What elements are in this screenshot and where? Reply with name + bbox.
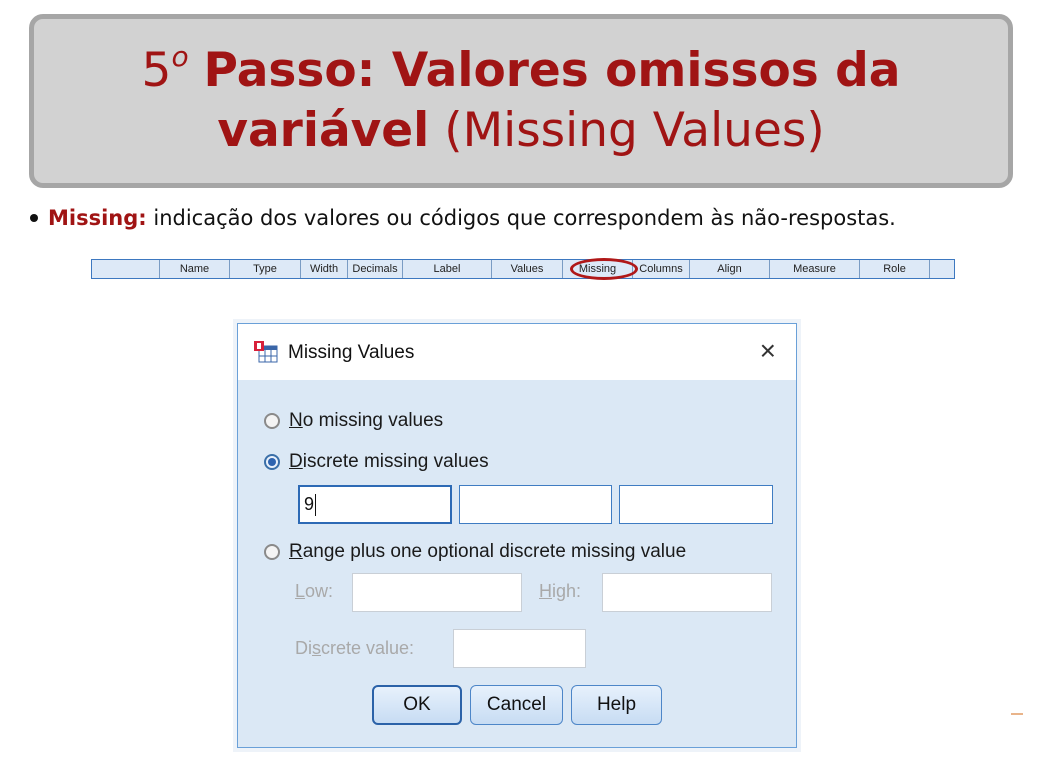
discrete-value-label: Discrete value: (295, 638, 414, 659)
slide-title-box: 5o Passo: Valores omissos da variável (M… (29, 14, 1013, 188)
dialog-titlebar: Missing Values × (238, 324, 796, 380)
discrete-value-2-input[interactable] (459, 485, 612, 524)
bullet-text: indicação dos valores ou códigos que cor… (153, 206, 896, 230)
radio-discrete-label: iscrete missing values (302, 451, 489, 472)
header-cell-columns[interactable]: Columns (633, 260, 690, 278)
radio-range-label: ange plus one optional discrete missing … (302, 541, 687, 562)
range-discrete-value-input[interactable] (453, 629, 586, 668)
header-cell-align[interactable]: Align (690, 260, 770, 278)
header-cell-width[interactable]: Width (301, 260, 348, 278)
discrete-value-label-rest: crete value: (321, 638, 415, 658)
low-label-text: ow: (305, 581, 334, 601)
spss-table-icon (254, 341, 278, 363)
high-hotkey: H (539, 581, 552, 601)
header-cell-measure[interactable]: Measure (770, 260, 860, 278)
radio-no-missing-indicator[interactable] (264, 413, 280, 429)
header-cell-blank (92, 260, 160, 278)
header-cell-values[interactable]: Values (492, 260, 563, 278)
bullet-term: Missing: (48, 206, 147, 230)
title-bold-2: variável (217, 103, 430, 158)
discrete-value-3-input[interactable] (619, 485, 773, 524)
radio-no-missing-label: o missing values (302, 410, 444, 431)
help-button[interactable]: Help (571, 685, 662, 725)
slide-title-line-2: variável (Missing Values) (217, 101, 824, 161)
discrete-value-label-pre: Di (295, 638, 312, 658)
slide-title-line-1: 5o Passo: Valores omissos da (142, 41, 901, 101)
discrete-value-1-text: 9 (304, 494, 315, 514)
title-superscript: o (171, 40, 189, 73)
radio-no-missing-values[interactable]: No missing values (264, 410, 443, 432)
radio-range-indicator[interactable] (264, 544, 280, 560)
title-normal-2: (Missing Values) (444, 103, 825, 158)
high-label: High: (539, 581, 581, 602)
low-hotkey: L (295, 581, 306, 601)
header-cell-label[interactable]: Label (403, 260, 492, 278)
radio-range-plus-discrete[interactable]: Range plus one optional discrete missing… (264, 541, 686, 563)
header-cell-decimals[interactable]: Decimals (348, 260, 403, 278)
header-cell-role[interactable]: Role (860, 260, 930, 278)
title-number: 5 (141, 43, 172, 98)
dialog-title: Missing Values (288, 342, 415, 363)
header-cell-name[interactable]: Name (160, 260, 230, 278)
high-label-text: igh: (552, 581, 582, 601)
discrete-value-1-input[interactable]: 9 (298, 485, 452, 524)
radio-no-missing-hotkey: N (289, 410, 303, 431)
header-cell-end (930, 260, 954, 278)
radio-discrete-hotkey: D (289, 451, 303, 472)
radio-range-hotkey: R (289, 541, 303, 562)
bullet-line: Missing: indicação dos valores ou código… (30, 206, 896, 230)
radio-discrete-missing-values[interactable]: Discrete missing values (264, 451, 489, 473)
low-input[interactable] (352, 573, 522, 612)
header-cell-type[interactable]: Type (230, 260, 301, 278)
cancel-button[interactable]: Cancel (470, 685, 563, 725)
text-caret (315, 493, 317, 516)
missing-values-dialog: Missing Values × No missing values Discr… (237, 323, 797, 748)
missing-highlight-circle (570, 258, 638, 280)
low-label: Low: (295, 581, 333, 602)
variable-view-header: Name Type Width Decimals Label Values Mi… (91, 259, 955, 279)
discrete-value-hotkey: s (312, 638, 321, 658)
title-bold-1: Passo: Valores omissos da (203, 43, 901, 98)
radio-discrete-indicator[interactable] (264, 454, 280, 470)
decorative-mark (1011, 713, 1023, 715)
bullet-dot-icon (30, 213, 38, 222)
close-icon[interactable]: × (760, 336, 776, 366)
high-input[interactable] (602, 573, 772, 612)
ok-button[interactable]: OK (372, 685, 462, 725)
